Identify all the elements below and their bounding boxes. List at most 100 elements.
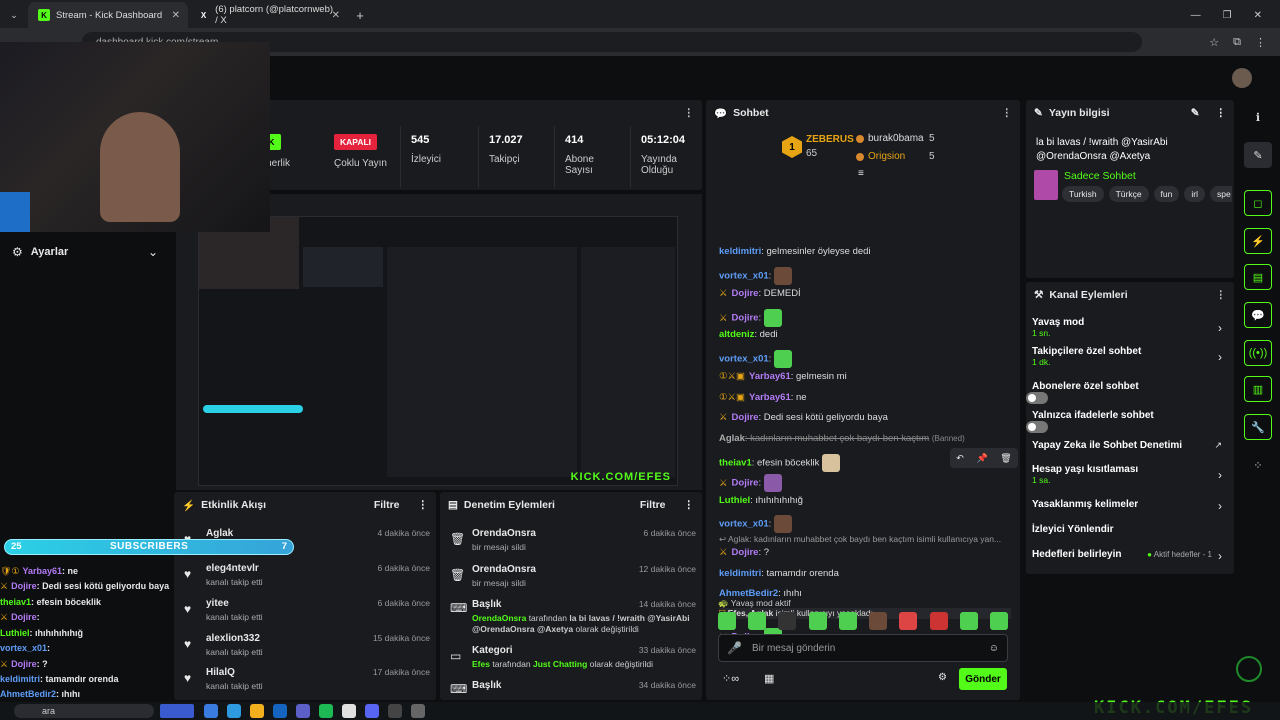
emote-icon[interactable]	[778, 612, 797, 630]
new-tab-icon[interactable]: +	[348, 2, 372, 28]
activity-filter-button[interactable]: Filtre	[374, 499, 400, 511]
browser-tab-x[interactable]: X (6) platcorn (@platcornweb) / X ✕	[188, 2, 348, 28]
chevron-down-icon[interactable]: ⌄	[148, 245, 158, 259]
more-options-icon[interactable]: ⋮	[418, 499, 429, 511]
emote-icon[interactable]	[838, 612, 857, 630]
outlook-icon[interactable]	[273, 704, 287, 718]
emote-icon[interactable]	[929, 612, 948, 630]
chat-username[interactable]: Yarbay61	[749, 392, 791, 403]
chevron-right-icon[interactable]: ›	[1218, 350, 1222, 364]
chevron-right-icon[interactable]: ›	[1218, 549, 1222, 563]
maximize-icon[interactable]: ❐	[1223, 10, 1232, 21]
action-account-age[interactable]: Hesap yaşı kısıtlaması 1 sa. ›	[1032, 464, 1228, 488]
star-icon[interactable]: ☆	[1209, 36, 1219, 49]
action-slow-mode[interactable]: Yavaş mod 1 sn. ›	[1032, 317, 1228, 341]
tag-chip[interactable]: irl	[1184, 186, 1205, 202]
chat-username[interactable]: keldimitri	[719, 568, 761, 579]
mod-user[interactable]: Efes	[472, 659, 490, 669]
emote-icon[interactable]	[808, 612, 827, 630]
layout-icon[interactable]: ▥	[1244, 376, 1272, 402]
emote-icon[interactable]	[869, 612, 888, 630]
chat-username[interactable]: Luthiel	[719, 495, 750, 506]
emote-icon[interactable]	[989, 612, 1008, 630]
microphone-icon[interactable]: 🎤	[727, 641, 742, 655]
more-options-icon[interactable]: ⋮	[684, 107, 695, 119]
edge-icon[interactable]	[227, 704, 241, 718]
gifter-3-name[interactable]: Origsion	[868, 151, 905, 162]
more-options-icon[interactable]: ⋮	[1002, 107, 1013, 119]
clip-icon[interactable]: ◻	[1244, 190, 1272, 216]
chat-bubble-icon[interactable]: 💬	[1244, 302, 1272, 328]
action-followers-only[interactable]: Takipçilere özel sohbet 1 dk. ›	[1032, 346, 1228, 370]
settings-row[interactable]: ⚙ Ayarlar ⌄	[0, 232, 170, 272]
more-options-icon[interactable]: ⋮	[1216, 107, 1227, 119]
external-link-icon[interactable]: ↗	[1214, 440, 1222, 451]
points-icon[interactable]: ⁘∞	[722, 672, 739, 685]
chat-username[interactable]: vortex_x01	[719, 354, 769, 365]
extension-icon[interactable]: ⧉	[1233, 36, 1241, 49]
store-icon[interactable]: ▦	[764, 672, 774, 685]
info-icon[interactable]: ℹ	[1244, 104, 1272, 130]
action-goals[interactable]: Hedefleri belirleyin ● Aktif hedefler - 1…	[1032, 549, 1228, 565]
top-gifter-name[interactable]: ZEBERUS	[806, 134, 854, 145]
clipboard-icon[interactable]: ▤	[1244, 264, 1272, 290]
weather-widget[interactable]	[160, 704, 194, 718]
action-banned-words[interactable]: Yasaklanmış kelimeler ›	[1032, 499, 1228, 515]
avatar[interactable]	[1232, 68, 1252, 88]
menu-icon[interactable]: ⋮	[1255, 36, 1266, 49]
chat-username[interactable]: Dojire	[732, 412, 759, 423]
emote-icon[interactable]	[718, 612, 736, 630]
browser-tab-kick[interactable]: K Stream - Kick Dashboard ✕	[28, 2, 188, 28]
chat-username[interactable]: vortex_x01	[719, 519, 769, 530]
chat-username[interactable]: Dojire	[732, 313, 759, 324]
chat-username[interactable]: Aglak	[719, 433, 745, 444]
emote-icon[interactable]	[748, 612, 767, 630]
chevron-right-icon[interactable]: ›	[1218, 321, 1222, 335]
close-tab-icon[interactable]: ✕	[172, 10, 180, 21]
chat-username[interactable]: vortex_x01	[719, 271, 769, 282]
emote-icon[interactable]	[899, 612, 918, 630]
tab-search-icon[interactable]: ⌄	[0, 2, 28, 28]
spotify-icon[interactable]	[319, 704, 333, 718]
chevron-right-icon[interactable]: ›	[1218, 468, 1222, 482]
folder-icon[interactable]	[250, 704, 264, 718]
chat-username[interactable]: keldimitri	[719, 246, 761, 257]
reply-icon[interactable]: ↶	[956, 453, 964, 464]
tag-chip[interactable]: spe	[1209, 186, 1232, 202]
action-ai-moderation[interactable]: Yapay Zeka ile Sohbet Denetimi ↗	[1032, 440, 1228, 456]
tag-chip[interactable]: Turkish	[1062, 186, 1104, 202]
action-raid[interactable]: İzleyici Yönlendir	[1032, 524, 1228, 540]
category-name[interactable]: Sadece Sohbet	[1064, 170, 1136, 182]
minimize-icon[interactable]: —	[1191, 10, 1201, 21]
send-button[interactable]: Gönder	[959, 668, 1007, 690]
mod-user[interactable]: OrendaOnsra	[472, 613, 526, 623]
app-icon[interactable]	[411, 704, 425, 718]
subs-only-toggle[interactable]	[1026, 392, 1048, 404]
chat-username[interactable]: Dojire	[732, 478, 759, 489]
taskbar-search[interactable]: ara	[14, 704, 154, 718]
lightning-icon[interactable]: ⚡	[1244, 228, 1272, 254]
tag-chip[interactable]: fun	[1153, 186, 1180, 202]
chat-username[interactable]: altdeniz	[719, 329, 754, 340]
chrome-icon[interactable]	[342, 704, 356, 718]
wrench-icon[interactable]: 🔧	[1244, 414, 1272, 440]
edit-icon[interactable]: ✎	[1244, 142, 1272, 168]
more-options-icon[interactable]: ⋮	[1216, 289, 1227, 301]
chat-username[interactable]: Yarbay61	[749, 371, 791, 382]
emote-icon[interactable]	[959, 612, 978, 630]
delete-icon[interactable]: 🗑	[1000, 453, 1011, 464]
emoji-icon[interactable]: ☺	[989, 643, 999, 654]
emote-only-toggle[interactable]	[1026, 421, 1048, 433]
tag-chip[interactable]: Türkçe	[1108, 186, 1149, 202]
broadcast-icon[interactable]: ((•))	[1244, 340, 1272, 366]
moderation-filter-button[interactable]: Filtre	[640, 499, 666, 511]
gifter-2-name[interactable]: burak0bama	[868, 133, 924, 144]
chat-username[interactable]: Dojire	[732, 288, 759, 299]
file-explorer-icon[interactable]	[204, 704, 218, 718]
collapse-icon[interactable]: ≡	[858, 168, 864, 179]
chat-username[interactable]: Dojire	[732, 547, 759, 558]
chat-settings-icon[interactable]: ⚙	[938, 672, 947, 683]
pin-icon[interactable]: 📌	[976, 453, 987, 464]
more-options-icon[interactable]: ⋮	[684, 499, 695, 511]
chat-input[interactable]: 🎤 Bir mesaj gönderin ☺	[718, 634, 1008, 662]
